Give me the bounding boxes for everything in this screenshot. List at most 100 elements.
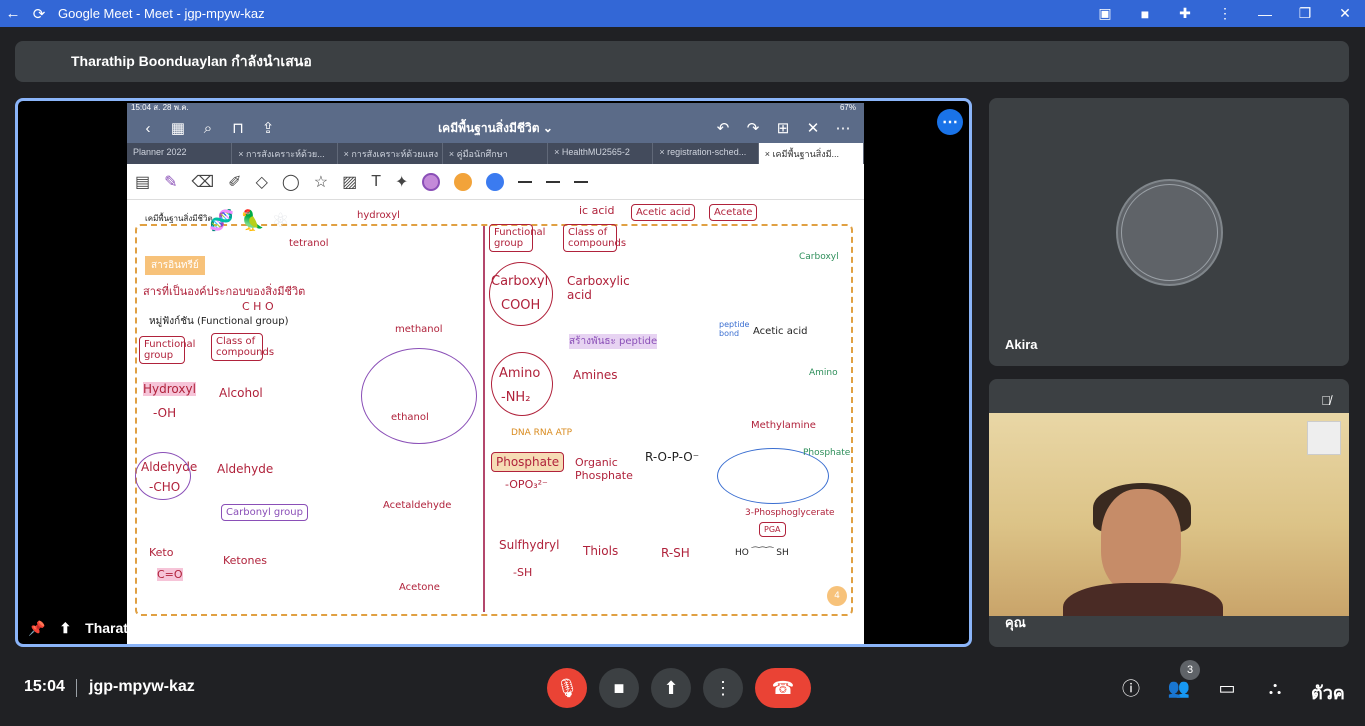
lasso-icon[interactable]: ◯ — [282, 172, 300, 192]
participant-count-badge: 3 — [1180, 660, 1200, 680]
restore-button[interactable]: ❐ — [1285, 0, 1325, 27]
note-co: C=O — [157, 568, 183, 581]
menu-dots-icon[interactable]: ⋮ — [1205, 0, 1245, 27]
more-icon[interactable]: ⋯ — [828, 119, 858, 137]
image-icon[interactable]: ▨ — [342, 172, 357, 192]
camera-button[interactable]: ■ — [599, 668, 639, 708]
note-cooh: COOH — [501, 298, 541, 313]
note-amino: Amino — [499, 366, 541, 381]
note-tetranol: tetranol — [289, 238, 329, 249]
note-acetaldehyde: Acetaldehyde — [383, 500, 452, 511]
note-pga-short: PGA — [759, 522, 786, 537]
note-acetone: Acetone — [399, 582, 440, 593]
meeting-clock: 15:04 — [24, 678, 65, 695]
note-rop: R-O-P-O⁻ — [645, 450, 700, 464]
close-icon[interactable]: ✕ — [798, 119, 828, 137]
tab-1[interactable]: Planner 2022 — [127, 143, 233, 164]
tab-6[interactable]: × registration-sched... — [653, 143, 759, 164]
tab-3[interactable]: × การสังเคราะห์ด้วยแสง — [338, 143, 443, 164]
browser-titlebar: ← ⟳ Google Meet - Meet - jgp-mpyw-kaz ▣ … — [0, 0, 1365, 27]
search-icon[interactable]: ⌕ — [193, 120, 223, 137]
ipad-toolbar: ▤ ✎ ⌫ ✐ ◇ ◯ ☆ ▨ T ✦ — [127, 164, 864, 200]
note-alcohol: Alcohol — [219, 386, 263, 400]
tab-2[interactable]: × การสังเคราะห์ด้วย... — [232, 143, 338, 164]
highlighter-icon[interactable]: ✐ — [228, 172, 241, 192]
note-ketones: Ketones — [223, 554, 267, 567]
close-button[interactable]: ✕ — [1325, 0, 1365, 27]
note-amines: Amines — [573, 368, 618, 382]
extensions-icon[interactable]: ✚ — [1165, 0, 1205, 27]
meeting-controls-bar: 15:04 jgp-mpyw-kaz 🎙 ■ ⬆ ⋮ ☎ ⓘ 👥 3 ▭ ⛬ ต… — [0, 660, 1365, 726]
chevron-left-icon[interactable]: ‹ — [133, 120, 163, 137]
pin-icon[interactable]: 📌 — [28, 620, 45, 637]
presenter-name: Tharathip Boonduaylan — [85, 620, 242, 636]
chat-icon[interactable]: ▭ — [1213, 674, 1241, 702]
battery-level: 67% — [839, 103, 856, 112]
ipad-status-bar: 15:04 ส. 28 พ.ค. 67% — [127, 103, 864, 113]
self-name: คุณ — [1005, 615, 1026, 630]
shapes-icon[interactable]: ◇ — [256, 172, 268, 192]
bookmark-icon[interactable]: ⊓ — [223, 119, 253, 137]
note-oh: -OH — [153, 406, 177, 420]
present-icon[interactable]: ⬆ — [59, 620, 71, 637]
color-orange[interactable] — [454, 172, 473, 191]
info-icon[interactable]: ⓘ — [1117, 674, 1145, 702]
note-pga: 3-Phosphoglycerate — [745, 508, 835, 518]
participant-tile-self[interactable]: 🎙̸ คุณ — [989, 379, 1349, 647]
note-class-of-compounds: Class of compounds — [211, 333, 274, 361]
video-icon[interactable]: ■ — [1125, 0, 1165, 27]
avatar — [1116, 179, 1223, 286]
stroke-medium[interactable] — [546, 180, 561, 183]
text-icon[interactable]: T — [371, 173, 381, 191]
redo-icon[interactable]: ↷ — [738, 119, 768, 137]
note-aldehyde2: Aldehyde — [217, 462, 274, 476]
note-line2: C H O — [242, 300, 274, 313]
stroke-thin[interactable] — [518, 180, 533, 183]
back-icon[interactable]: ← — [0, 0, 26, 27]
share-icon[interactable]: ⇪ — [253, 119, 283, 137]
ethanol-circle — [361, 348, 477, 444]
undo-icon[interactable]: ↶ — [708, 119, 738, 137]
logo-icons: 🧬 🦜 ⚛ — [209, 208, 290, 232]
minimize-button[interactable]: — — [1245, 0, 1285, 27]
note-thiols: Thiols — [583, 544, 619, 558]
note-sh: -SH — [513, 566, 533, 579]
grid-icon[interactable]: ▦ — [163, 119, 193, 137]
mic-off-button[interactable]: 🎙 — [547, 668, 587, 708]
document-title[interactable]: เคมีพื้นฐานสิ่งมีชีวิต ⌄ — [283, 119, 708, 138]
reader-icon[interactable]: ▤ — [135, 172, 150, 192]
more-options-icon[interactable]: ⋯ — [937, 109, 963, 135]
color-blue[interactable] — [486, 172, 505, 191]
note-carbonyl-group: Carbonyl group — [221, 504, 308, 521]
sticker-icon[interactable]: ☆ — [314, 172, 328, 192]
broken-image: ตัวค — [1311, 683, 1345, 703]
status-time: 15:04 ส. 28 พ.ค. — [131, 103, 189, 112]
mic-off-icon: 🎙̸ — [1321, 392, 1331, 408]
pen-icon[interactable]: ✎ — [164, 172, 177, 192]
more-options-button[interactable]: ⋮ — [703, 668, 743, 708]
presentation-stage: ⋯ 15:04 ส. 28 พ.ค. 67% ‹ ▦ ⌕ ⊓ ⇪ เคมีพื้… — [15, 98, 972, 647]
add-page-icon[interactable]: ⊞ — [768, 119, 798, 137]
note-section: สารอินทรีย์ — [145, 256, 205, 275]
laser-icon[interactable]: ✦ — [395, 172, 408, 192]
activities-icon[interactable]: ⛬ — [1261, 674, 1289, 702]
amino-circle — [491, 352, 553, 416]
present-button[interactable]: ⬆ — [651, 668, 691, 708]
camera-blocked-icon[interactable]: ▣ — [1085, 0, 1125, 27]
note-line1: สารที่เป็นองค์ประกอบของสิ่งมีชีวิต — [143, 285, 306, 298]
participant-tile-akira[interactable]: Akira — [989, 98, 1349, 366]
tab-active[interactable]: × เคมีพื้นฐานสิ่งมี... — [758, 143, 864, 164]
note-page: เคมีพื้นฐานสิ่งมีชีวิต 🧬 🦜 ⚛ tetranol สา… — [127, 204, 864, 632]
tab-4[interactable]: × คู่มือนักศึกษา — [443, 143, 549, 164]
color-purple[interactable] — [422, 172, 441, 191]
reload-icon[interactable]: ⟳ — [26, 0, 52, 27]
self-camera-feed — [989, 413, 1349, 616]
eraser-icon[interactable]: ⌫ — [192, 172, 215, 192]
note-peptide: สร้างพันธะ peptide — [569, 334, 658, 349]
note-keto: Keto — [149, 546, 174, 559]
stroke-thick[interactable] — [574, 180, 589, 183]
end-call-button[interactable]: ☎ — [755, 668, 811, 708]
person-body — [1063, 583, 1223, 616]
note-carboxylic-acid: Carboxylic acid — [567, 274, 630, 302]
tab-5[interactable]: × HealthMU2565-2 — [548, 143, 654, 164]
